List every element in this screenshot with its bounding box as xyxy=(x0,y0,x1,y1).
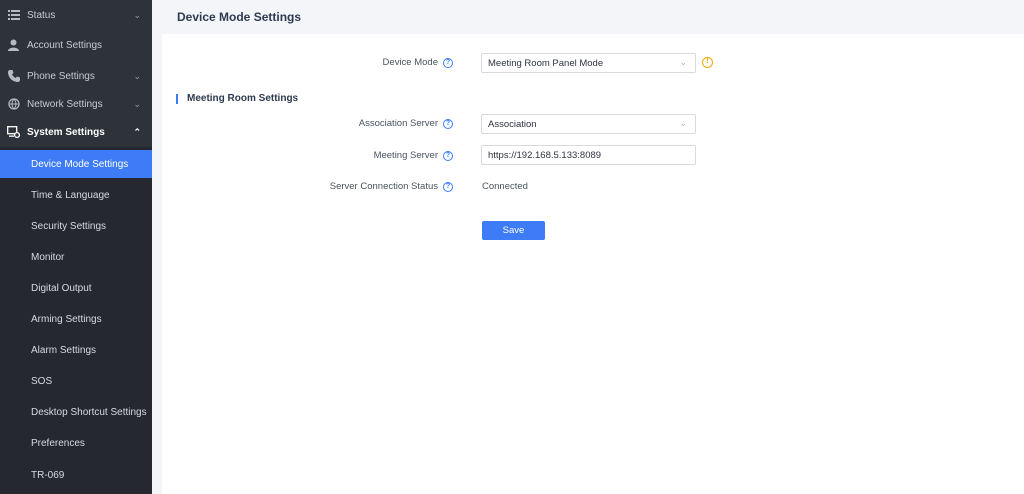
sidebar-item-label: TR-069 xyxy=(31,469,65,481)
device-mode-select[interactable]: Meeting Room Panel Mode ⌄ xyxy=(481,53,696,73)
sidebar-item-label: Security Settings xyxy=(31,220,107,232)
sidebar: Status ⌄ Account Settings Phone Settings… xyxy=(0,0,152,494)
sidebar-item-tr-069[interactable]: TR-069 xyxy=(0,461,152,489)
device-mode-value: Meeting Room Panel Mode xyxy=(488,57,604,69)
sidebar-item-label: SOS xyxy=(31,375,53,387)
nav-item-account-settings[interactable]: Account Settings xyxy=(0,36,152,54)
chevron-down-icon: ⌄ xyxy=(133,9,141,20)
section-title: Meeting Room Settings xyxy=(187,93,299,104)
nav-item-label: Network Settings xyxy=(27,98,103,110)
nav-item-label: Status xyxy=(27,9,56,21)
nav-item-system-settings[interactable]: System Settings ⌃ xyxy=(0,123,152,141)
system-settings-icon xyxy=(7,126,20,139)
save-button[interactable]: Save xyxy=(482,221,545,240)
nav-item-label: Account Settings xyxy=(27,39,103,51)
help-icon[interactable]: ? xyxy=(443,119,453,129)
nav-item-network-settings[interactable]: Network Settings ⌄ xyxy=(0,95,152,113)
list-icon xyxy=(7,9,20,22)
connection-status-value: Connected xyxy=(482,181,528,192)
sidebar-item-label: Arming Settings xyxy=(31,313,102,325)
help-icon[interactable]: ? xyxy=(443,182,453,192)
sidebar-item-security-settings[interactable]: Security Settings xyxy=(0,212,152,240)
association-server-label: Association Server xyxy=(358,118,438,129)
sidebar-item-label: Device Mode Settings xyxy=(31,158,129,170)
meeting-server-value: https://192.168.5.133:8089 xyxy=(488,149,602,161)
sidebar-item-label: Preferences xyxy=(31,437,85,449)
sidebar-item-label: Digital Output xyxy=(31,282,92,294)
sidebar-item-preferences[interactable]: Preferences xyxy=(0,429,152,457)
sidebar-item-arming-settings[interactable]: Arming Settings xyxy=(0,305,152,333)
help-icon[interactable]: ? xyxy=(443,151,453,161)
nav-item-label: System Settings xyxy=(27,126,105,138)
sidebar-item-time-language[interactable]: Time & Language xyxy=(0,181,152,209)
chevron-down-icon: ⌄ xyxy=(133,70,141,81)
chevron-down-icon: ⌄ xyxy=(133,98,141,109)
section-marker xyxy=(176,94,178,104)
warning-icon[interactable]: ! xyxy=(702,57,713,68)
help-icon[interactable]: ? xyxy=(443,58,453,68)
sidebar-item-sos[interactable]: SOS xyxy=(0,367,152,395)
page-title: Device Mode Settings xyxy=(177,10,302,24)
sidebar-item-label: Monitor xyxy=(31,251,65,263)
device-mode-label: Device Mode xyxy=(382,57,438,68)
sidebar-item-label: Alarm Settings xyxy=(31,344,97,356)
association-server-value: Association xyxy=(488,118,537,130)
sidebar-item-label: Time & Language xyxy=(31,189,110,201)
sidebar-item-label: Desktop Shortcut Settings xyxy=(31,406,147,418)
sidebar-item-digital-output[interactable]: Digital Output xyxy=(0,274,152,302)
nav-item-status[interactable]: Status ⌄ xyxy=(0,6,152,24)
meeting-server-input[interactable]: https://192.168.5.133:8089 xyxy=(481,145,696,165)
phone-icon xyxy=(7,70,20,83)
page-header: Device Mode Settings xyxy=(152,0,1024,34)
chevron-down-icon: ⌄ xyxy=(679,57,687,67)
user-icon xyxy=(7,39,20,52)
sidebar-item-device-mode-settings[interactable]: Device Mode Settings xyxy=(0,150,152,178)
connection-status-label: Server Connection Status xyxy=(329,181,438,192)
chevron-down-icon: ⌄ xyxy=(679,118,687,128)
association-server-select[interactable]: Association ⌄ xyxy=(481,114,696,134)
nav-item-phone-settings[interactable]: Phone Settings ⌄ xyxy=(0,67,152,85)
network-icon xyxy=(7,98,20,111)
meeting-server-label: Meeting Server xyxy=(373,150,438,161)
chevron-up-icon: ⌃ xyxy=(133,126,141,137)
nav-item-label: Phone Settings xyxy=(27,70,95,82)
sidebar-item-monitor[interactable]: Monitor xyxy=(0,243,152,271)
sidebar-item-alarm-settings[interactable]: Alarm Settings xyxy=(0,336,152,364)
sidebar-item-desktop-shortcut-settings[interactable]: Desktop Shortcut Settings xyxy=(0,398,152,426)
